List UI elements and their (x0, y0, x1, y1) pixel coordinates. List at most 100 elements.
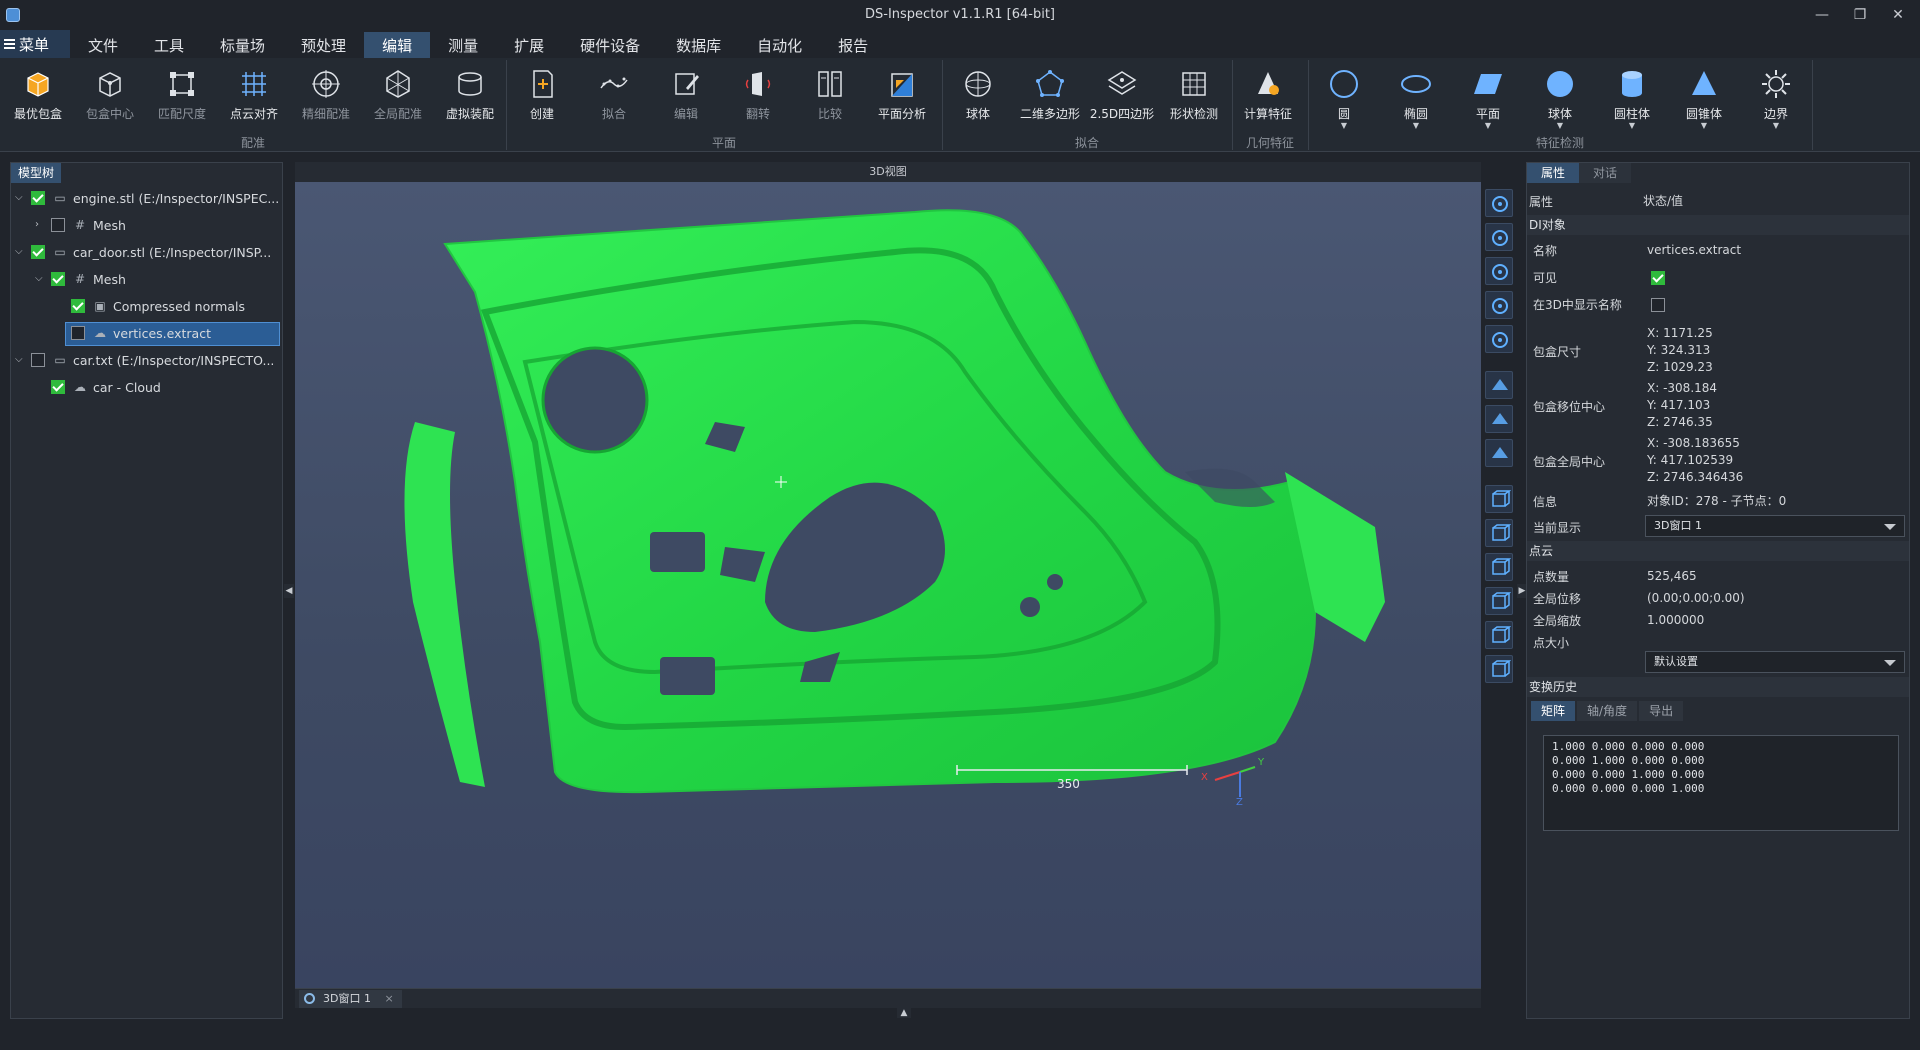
camera-button[interactable] (1485, 257, 1513, 285)
quad-button[interactable]: 2.5D四边形 (1088, 62, 1156, 128)
chevron-down-icon[interactable]: ⌵ (35, 274, 45, 284)
chevron-down-icon[interactable]: ⌵ (15, 247, 25, 257)
fit-view-button[interactable] (1485, 189, 1513, 217)
iso-view-button[interactable] (1485, 439, 1513, 467)
cube-front-button[interactable] (1485, 485, 1513, 513)
tree-item[interactable]: ▣ Compressed normals (11, 293, 282, 320)
tree-item[interactable]: › # Mesh (11, 212, 282, 239)
car-door-mesh[interactable] (404, 209, 1385, 794)
cylinder-button[interactable]: 圆柱体 ▼ (1598, 62, 1666, 130)
viewport-3d[interactable]: 3D视图 350 X Y Z (295, 162, 1481, 988)
menu-item[interactable]: 编辑 (364, 32, 431, 58)
tree-item[interactable]: ⌵ ▭ engine.stl (E:/Inspector/INSPEC... (11, 185, 282, 212)
menu-item[interactable]: 预处理 (283, 32, 364, 58)
cube-top-button[interactable] (1485, 621, 1513, 649)
subtab-export[interactable]: 导出 (1639, 701, 1684, 721)
menu-item[interactable]: 标量场 (202, 32, 283, 58)
section-point-cloud[interactable]: 点云 (1527, 541, 1909, 561)
polygon-button[interactable]: 二维多边形 (1016, 62, 1084, 128)
sphere-button[interactable]: 球体 ▼ (1526, 62, 1594, 130)
shape-detect-button[interactable]: 形状检测 (1160, 62, 1228, 128)
pick-center-button[interactable] (1485, 223, 1513, 251)
box-button[interactable]: 最优包盒 (4, 62, 72, 128)
chevron-right-icon[interactable]: › (35, 220, 45, 230)
minimize-icon[interactable]: — (1810, 4, 1834, 26)
tab-properties[interactable]: 属性 (1527, 163, 1580, 183)
section-db-object[interactable]: DI对象 (1527, 215, 1909, 235)
menu-item[interactable]: 扩展 (496, 32, 562, 58)
fit-curve-button[interactable]: 拟合 (580, 62, 648, 128)
tree-checkbox[interactable] (51, 272, 65, 286)
menu-item[interactable]: 硬件设备 (562, 32, 658, 58)
tab-dialog[interactable]: 对话 (1579, 163, 1632, 183)
matrix-row: 1.000 0.000 0.000 0.000 (1552, 740, 1705, 753)
menu-item[interactable]: 报告 (820, 32, 886, 58)
sphere-fit-button[interactable]: 球体 (944, 62, 1012, 128)
plane-button[interactable]: 平面 ▼ (1454, 62, 1522, 130)
plane-create-button[interactable]: 创建 (508, 62, 576, 128)
cube-left-button[interactable] (1485, 553, 1513, 581)
cube-back-button[interactable] (1485, 519, 1513, 547)
tree-checkbox[interactable] (31, 245, 45, 259)
menu-item[interactable]: 自动化 (739, 32, 820, 58)
scale-match-button[interactable]: 匹配尺度 (148, 62, 216, 128)
tree-item[interactable]: ⌵ # Mesh (11, 266, 282, 293)
fine-register-button[interactable]: 精细配准 (292, 62, 360, 128)
plane-analysis-button[interactable]: 平面分析 (868, 62, 936, 128)
tree-checkbox[interactable] (51, 218, 65, 232)
subtab-matrix[interactable]: 矩阵 (1531, 701, 1576, 721)
edit-button[interactable]: 编辑 (652, 62, 720, 128)
menu-item[interactable]: 测量 (430, 32, 496, 58)
close-tab-icon[interactable]: × (384, 992, 393, 1005)
close-icon[interactable]: ✕ (1886, 4, 1910, 26)
viewport-tabbar: 3D窗口 1 × (295, 988, 1481, 1008)
ribbon-group-label: 配准 (240, 136, 265, 150)
ellipse-button[interactable]: 椭圆 ▼ (1382, 62, 1450, 130)
cube-right-button[interactable] (1485, 587, 1513, 615)
tab-model-tree[interactable]: 模型树 (11, 163, 61, 183)
top-view-button[interactable] (1485, 405, 1513, 433)
grid-align-button[interactable]: 点云对齐 (220, 62, 288, 128)
compare-button[interactable]: 比较 (796, 62, 864, 128)
display-select[interactable]: 3D窗口 1 (1645, 515, 1905, 537)
restore-icon[interactable]: ❐ (1848, 4, 1872, 26)
zoom-button[interactable] (1485, 325, 1513, 353)
transform-matrix[interactable]: 1.000 0.000 0.000 0.000 0.000 1.000 0.00… (1543, 735, 1899, 831)
matrix-row: 0.000 0.000 1.000 0.000 (1552, 768, 1705, 781)
tree-checkbox[interactable] (31, 191, 45, 205)
menu-item[interactable]: 工具 (136, 32, 202, 58)
global-register-button[interactable]: 全局配准 (364, 62, 432, 128)
cube-center-button[interactable]: 包盒中心 (76, 62, 144, 128)
visible-checkbox[interactable] (1651, 271, 1665, 285)
menu-item[interactable]: 文件 (70, 32, 136, 58)
front-view-button[interactable] (1485, 371, 1513, 399)
compute-feature-button[interactable]: 计算特征 (1234, 62, 1302, 128)
circle-button[interactable]: 圆 ▼ (1310, 62, 1378, 130)
tree-checkbox[interactable] (71, 299, 85, 313)
flip-button[interactable]: 翻转 (724, 62, 792, 128)
point-size-select[interactable]: 默认设置 (1645, 651, 1905, 673)
cube-bottom-button[interactable] (1485, 655, 1513, 683)
cylinder-assembly-button[interactable]: 虚拟装配 (436, 62, 504, 128)
chevron-down-icon[interactable]: ⌵ (15, 355, 25, 365)
tree-item[interactable]: ⌵ ▭ car.txt (E:/Inspector/INSPECTO... (11, 347, 282, 374)
tree-item[interactable]: ☁ car - Cloud (11, 374, 282, 401)
collapse-bottom-handle[interactable]: ▲ (897, 1008, 911, 1018)
cone-button[interactable]: 圆锥体 ▼ (1670, 62, 1738, 130)
tree-item[interactable]: ☁ vertices.extract (11, 320, 282, 347)
boundary-button[interactable]: 边界 ▼ (1742, 62, 1810, 130)
menu-item[interactable]: 数据库 (658, 32, 739, 58)
main-menu-button[interactable]: 菜单 (0, 30, 70, 58)
section-transform-history[interactable]: 变换历史 (1527, 677, 1909, 697)
scene-canvas[interactable]: 350 X Y Z (295, 182, 1481, 988)
tree-checkbox[interactable] (71, 326, 85, 340)
subtab-axis-angle[interactable]: 轴/角度 (1577, 701, 1638, 721)
show-name-checkbox[interactable] (1651, 298, 1665, 312)
tree-item[interactable]: ⌵ ▭ car_door.stl (E:/Inspector/INSP... (11, 239, 282, 266)
chevron-down-icon[interactable]: ⌵ (15, 193, 25, 203)
tree-checkbox[interactable] (51, 380, 65, 394)
collapse-left-handle[interactable]: ◀ (284, 584, 294, 598)
tree-checkbox[interactable] (31, 353, 45, 367)
viewport-tab[interactable]: 3D窗口 1 × (299, 990, 402, 1008)
pan-button[interactable] (1485, 291, 1513, 319)
